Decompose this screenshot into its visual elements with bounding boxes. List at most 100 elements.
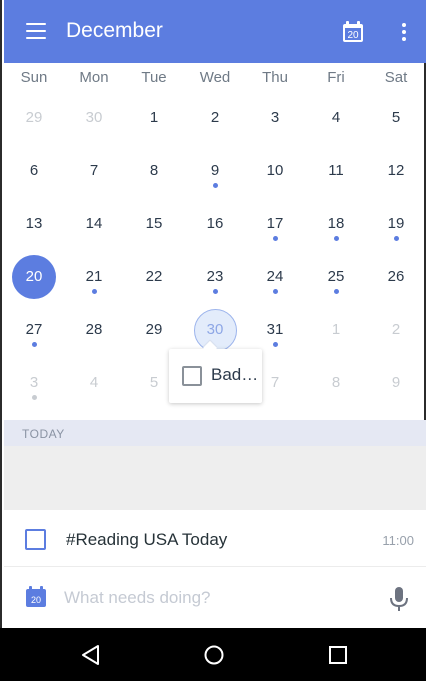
calendar-day[interactable]: 9: [185, 146, 245, 199]
calendar-day[interactable]: 23: [185, 252, 245, 305]
home-icon: [204, 645, 224, 665]
recents-button[interactable]: [325, 642, 351, 668]
app-bar: December 20: [4, 0, 426, 63]
month-title[interactable]: December: [66, 19, 163, 43]
calendar-day[interactable]: 17: [245, 199, 305, 252]
calendar-day[interactable]: 6: [4, 146, 64, 199]
more-options-button[interactable]: [392, 18, 416, 46]
calendar-day[interactable]: 19: [366, 199, 426, 252]
calendar-day[interactable]: 18: [306, 199, 366, 252]
calendar-day[interactable]: 28: [64, 305, 124, 358]
day-number: 20: [25, 268, 43, 285]
day-number: 8: [149, 162, 159, 179]
task-indicator-dot: [32, 342, 37, 347]
calendar-day[interactable]: 1: [124, 93, 184, 146]
calendar-day[interactable]: 24: [245, 252, 305, 305]
weekday-label: Thu: [262, 69, 288, 86]
task-indicator-dot: [334, 289, 339, 294]
day-number: 7: [89, 162, 99, 179]
weekday-label: Sat: [384, 69, 408, 86]
more-dot: [402, 23, 406, 27]
today-section-header: TODAY: [4, 420, 426, 446]
day-number: 16: [206, 215, 224, 232]
day-number: 12: [387, 162, 405, 179]
day-number: 4: [89, 374, 99, 391]
calendar-day[interactable]: 22: [124, 252, 184, 305]
calendar-day[interactable]: 12: [366, 146, 426, 199]
calendar-day[interactable]: 14: [64, 199, 124, 252]
weekday-label: Mon: [79, 69, 109, 86]
day-number: 28: [85, 321, 103, 338]
calendar-day[interactable]: 7: [64, 146, 124, 199]
task-indicator-dot: [273, 236, 278, 241]
day-number: 24: [266, 268, 284, 285]
calendar-day[interactable]: 4: [64, 358, 124, 411]
day-number: 2: [391, 321, 401, 338]
calendar-day[interactable]: 5: [366, 93, 426, 146]
calendar-day-selected[interactable]: 20: [4, 252, 64, 305]
new-task-input[interactable]: [64, 585, 364, 611]
calendar-day[interactable]: 1: [306, 305, 366, 358]
day-number: 10: [266, 162, 284, 179]
day-number: 30: [85, 109, 103, 126]
calendar-day[interactable]: 15: [124, 199, 184, 252]
calendar-day[interactable]: 29: [4, 93, 64, 146]
day-number: 11: [328, 162, 344, 179]
calendar-day[interactable]: 30: [64, 93, 124, 146]
calendar-day[interactable]: 10: [245, 146, 305, 199]
task-title: #Reading USA Today: [66, 530, 228, 549]
day-number: 14: [85, 215, 103, 232]
calendar-day[interactable]: 8: [124, 146, 184, 199]
task-indicator-dot: [334, 236, 339, 241]
day-number: 9: [391, 374, 401, 391]
calendar-day[interactable]: 13: [4, 199, 64, 252]
task-checkbox[interactable]: [25, 529, 46, 550]
day-number: 4: [331, 109, 341, 126]
day-number: 3: [270, 109, 280, 126]
day-number: 29: [145, 321, 163, 338]
day-number: 2: [210, 109, 220, 126]
calendar-day[interactable]: 21: [64, 252, 124, 305]
calendar-today-button[interactable]: 20: [341, 20, 365, 44]
calendar-day[interactable]: 3: [4, 358, 64, 411]
menu-button[interactable]: [24, 20, 48, 42]
calendar-day[interactable]: 16: [185, 199, 245, 252]
calendar-day[interactable]: 9: [366, 358, 426, 411]
calendar-day[interactable]: 4: [306, 93, 366, 146]
calendar-day[interactable]: 11: [306, 146, 366, 199]
day-number: 9: [210, 162, 220, 179]
hamburger-line: [26, 23, 46, 25]
calendar-day[interactable]: 3: [245, 93, 305, 146]
calendar-day[interactable]: 2: [185, 93, 245, 146]
task-indicator-dot: [394, 236, 399, 241]
task-row[interactable]: #Reading USA Today 11:00: [4, 510, 426, 566]
calendar-badge: 20: [347, 30, 359, 41]
task-preview-popup[interactable]: Bad…: [169, 349, 262, 403]
empty-spacer: [4, 446, 426, 510]
day-number: 18: [327, 215, 345, 232]
back-button[interactable]: [78, 642, 104, 668]
more-dot: [402, 37, 406, 41]
home-button[interactable]: [201, 642, 227, 668]
calendar-day[interactable]: 27: [4, 305, 64, 358]
weekday-label: Fri: [327, 69, 345, 86]
due-date-button[interactable]: 20: [25, 586, 47, 608]
weekday-label: Wed: [199, 69, 231, 86]
calendar-day[interactable]: 25: [306, 252, 366, 305]
calendar-badge: 20: [31, 595, 41, 605]
task-indicator-dot: [32, 395, 37, 400]
calendar-day[interactable]: 8: [306, 358, 366, 411]
day-number: 31: [266, 321, 284, 338]
calendar-day[interactable]: 2: [366, 305, 426, 358]
calendar-day[interactable]: 26: [366, 252, 426, 305]
day-number: 13: [25, 215, 43, 232]
day-number: 19: [387, 215, 405, 232]
day-number: 1: [331, 321, 341, 338]
day-number: 15: [145, 215, 163, 232]
day-number: 22: [145, 268, 163, 285]
popup-task-checkbox[interactable]: [182, 366, 202, 386]
task-indicator-dot: [213, 183, 218, 188]
app-frame: December 20 Sun Mon Tue Wed Thu Fri Sat …: [0, 0, 426, 681]
voice-input-button[interactable]: [388, 586, 410, 612]
quick-add-bar: 20: [4, 566, 426, 628]
